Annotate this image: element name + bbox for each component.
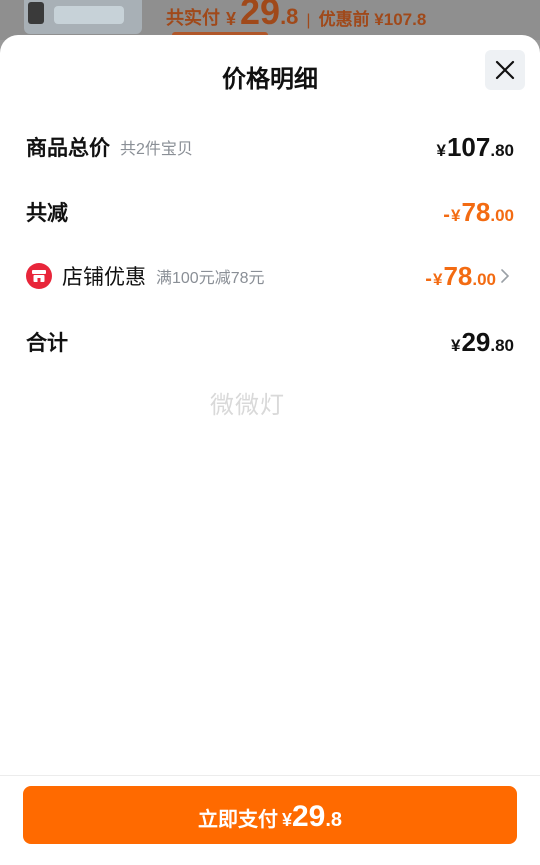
goods-total-price: ¥ 107 .80: [437, 132, 515, 163]
pay-button-label: 立即支付: [197, 809, 278, 831]
price-int: 78: [443, 260, 473, 291]
pay-price-dec: .8: [325, 809, 343, 831]
total-reduction-label: 共减: [26, 202, 68, 225]
currency-symbol: ¥: [281, 810, 292, 830]
background-page: 共实付 ¥ 29 .8 | 优惠前 ¥107.8: [0, 0, 540, 40]
pay-price-int: 29: [291, 800, 326, 833]
bg-original-price: 优惠前 ¥107.8: [318, 10, 427, 29]
price-int: 107: [446, 131, 491, 162]
bg-price-label: 共实付: [166, 8, 220, 28]
thumbnail-item: [28, 2, 44, 24]
sheet-title: 价格明细: [222, 66, 318, 93]
bg-price-int: 29: [240, 0, 281, 32]
thumbnail-item: [54, 6, 124, 24]
bg-separator: |: [306, 12, 311, 29]
watermark: 微微灯: [210, 392, 285, 419]
goods-total-label: 商品总价: [26, 137, 110, 160]
currency-symbol: ¥: [450, 205, 461, 225]
pay-now-button[interactable]: 立即支付 ¥ 29 .8: [23, 786, 517, 844]
currency-symbol: ¥: [436, 140, 446, 160]
footer-divider: [0, 775, 540, 776]
price-dec: .80: [490, 335, 514, 355]
row-goods-total: 商品总价 共2件宝贝 ¥ 107 .80: [26, 129, 514, 165]
row-shop-discount[interactable]: 店铺优惠 满100元减78元 - ¥ 78 .00: [26, 258, 514, 294]
bg-currency: ¥: [226, 9, 237, 29]
row-total-reduction: 共减 - ¥ 78 .00: [26, 194, 514, 230]
shop-discount-price: - ¥ 78 .00: [425, 261, 496, 292]
minus-sign: -: [443, 203, 450, 226]
close-icon: [495, 60, 515, 80]
price-int: 29: [461, 326, 491, 357]
price-dec: .00: [472, 269, 496, 289]
minus-sign: -: [425, 267, 432, 290]
currency-symbol: ¥: [432, 269, 443, 289]
goods-count: 共2件宝贝: [120, 141, 193, 158]
bg-price-dec: .8: [280, 4, 299, 29]
price-int: 78: [461, 196, 491, 227]
background-price: 共实付 ¥ 29 .8 | 优惠前 ¥107.8: [166, 0, 426, 30]
row-sum: 合计 ¥ 29 .80: [26, 324, 514, 360]
product-thumbnail: [24, 0, 142, 34]
shop-icon: [26, 263, 52, 289]
price-dec: .00: [490, 205, 514, 225]
shop-discount-label: 店铺优惠: [62, 266, 146, 289]
price-dec: .80: [490, 140, 514, 160]
sum-price: ¥ 29 .80: [451, 327, 514, 358]
sum-label: 合计: [26, 332, 68, 355]
currency-symbol: ¥: [450, 335, 461, 355]
chevron-right-icon: [500, 269, 514, 283]
price-detail-sheet: 价格明细 商品总价 共2件宝贝 ¥ 107 .80 共减 - ¥ 78 .00: [0, 35, 540, 865]
close-button[interactable]: [485, 50, 525, 90]
shop-discount-rule: 满100元减78元: [156, 270, 265, 287]
total-reduction-price: - ¥ 78 .00: [443, 197, 514, 228]
